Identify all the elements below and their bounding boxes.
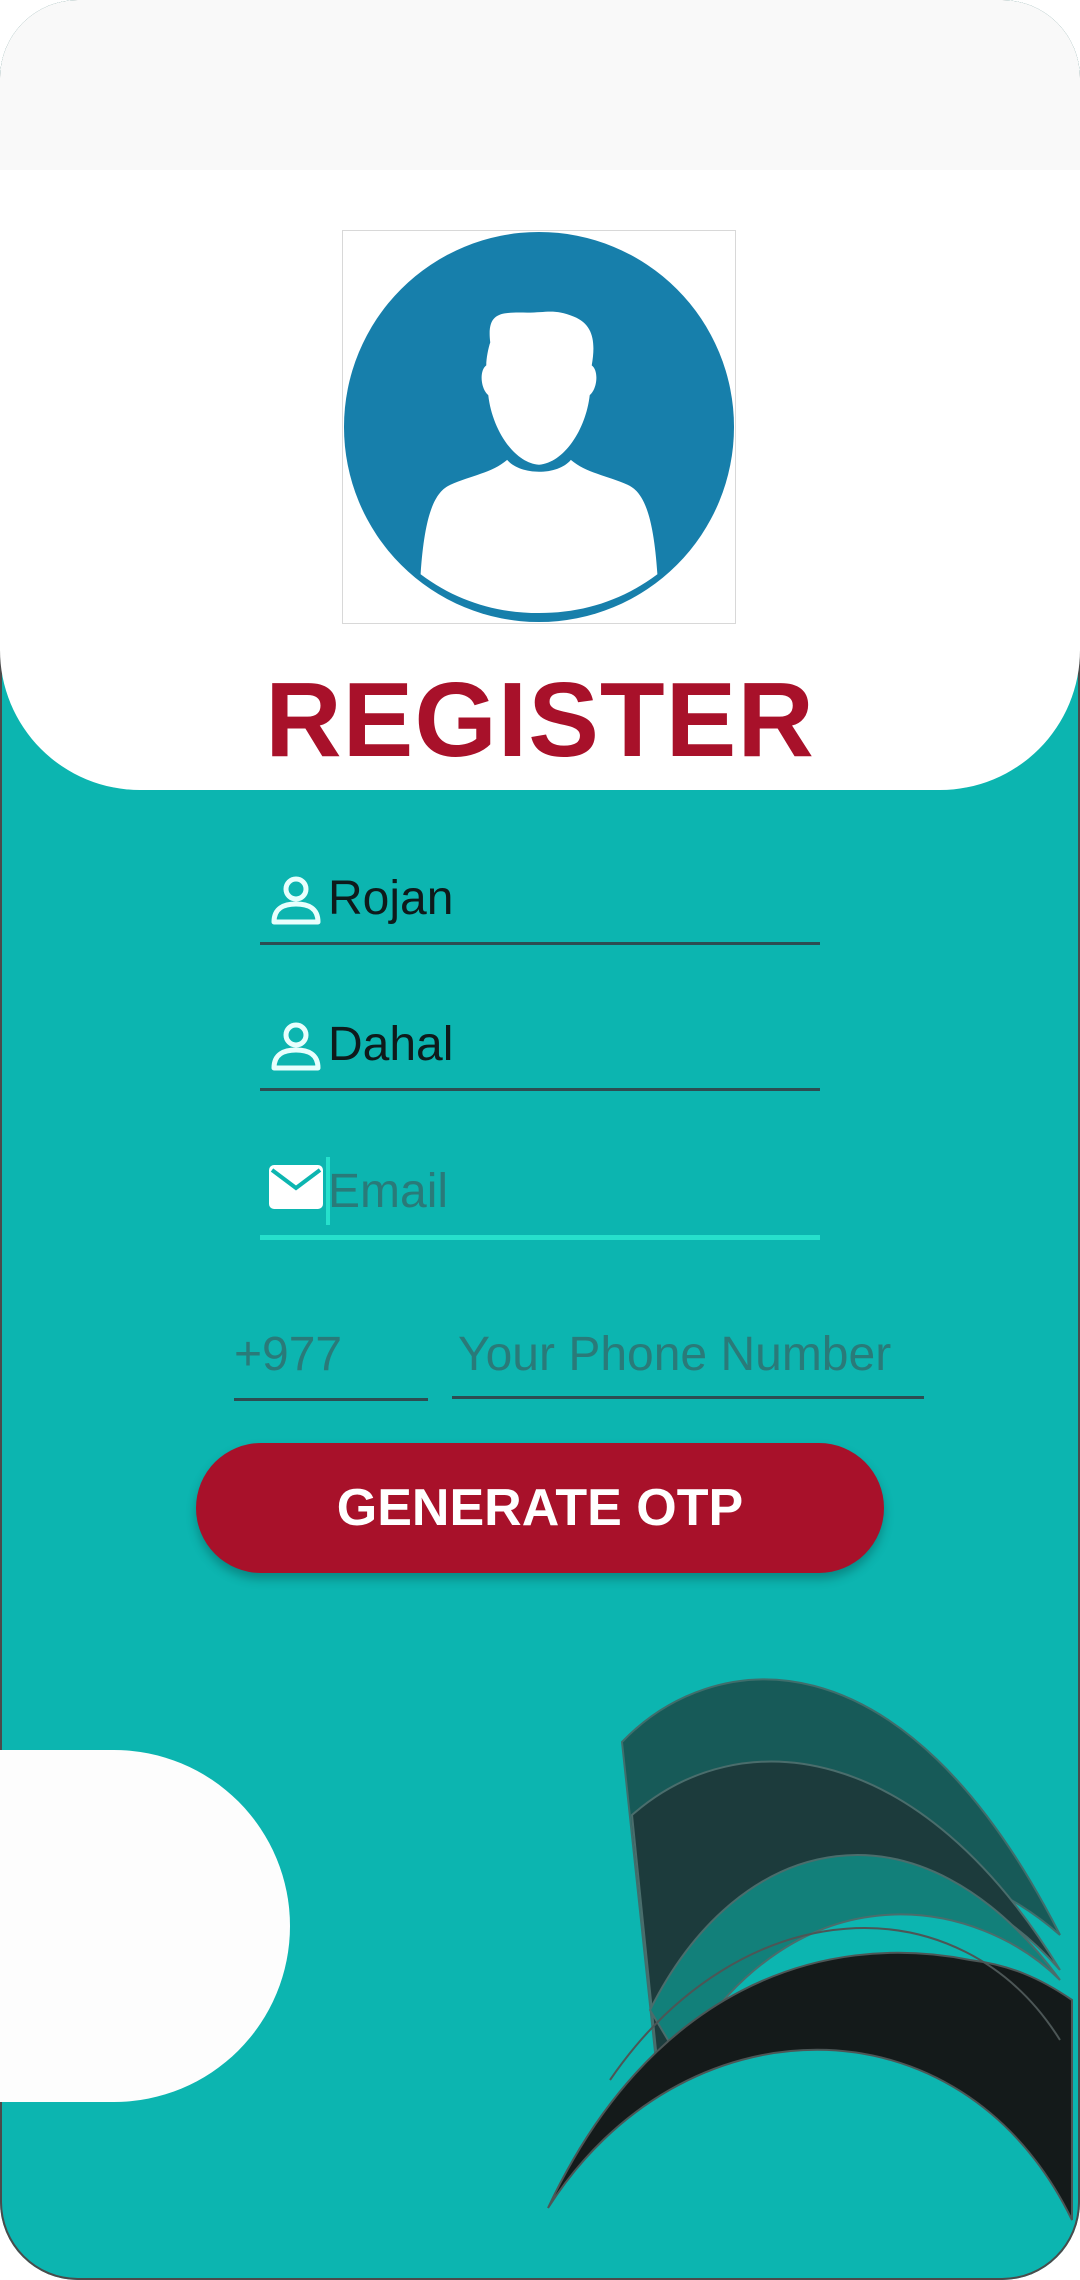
- email-placeholder: Email: [328, 1165, 449, 1218]
- person-icon: [268, 1018, 324, 1074]
- first-name-value: Rojan: [328, 872, 454, 925]
- person-icon: [268, 872, 324, 928]
- first-name-field[interactable]: Rojan: [260, 852, 820, 945]
- page-title: REGISTER: [265, 661, 815, 779]
- phone-number-field[interactable]: Your Phone Number: [452, 1310, 924, 1399]
- generate-otp-button[interactable]: GENERATE OTP: [196, 1443, 884, 1573]
- phone-number-placeholder: Your Phone Number: [458, 1328, 892, 1381]
- avatar: [342, 230, 736, 624]
- last-name-field[interactable]: Dahal: [260, 998, 820, 1091]
- country-code-value: +977: [234, 1328, 343, 1381]
- country-code-field[interactable]: +977: [234, 1310, 428, 1401]
- last-name-value: Dahal: [328, 1018, 454, 1071]
- status-bar: [0, 0, 1080, 170]
- register-screen: REGISTER Rojan Dahal Email +977 Your Pho…: [0, 0, 1080, 2280]
- decorative-waves: [547, 1678, 1073, 2221]
- user-avatar-icon: [343, 231, 735, 623]
- decorative-blob: [0, 1750, 290, 2102]
- email-field[interactable]: Email: [260, 1145, 820, 1240]
- mail-icon: [268, 1159, 324, 1215]
